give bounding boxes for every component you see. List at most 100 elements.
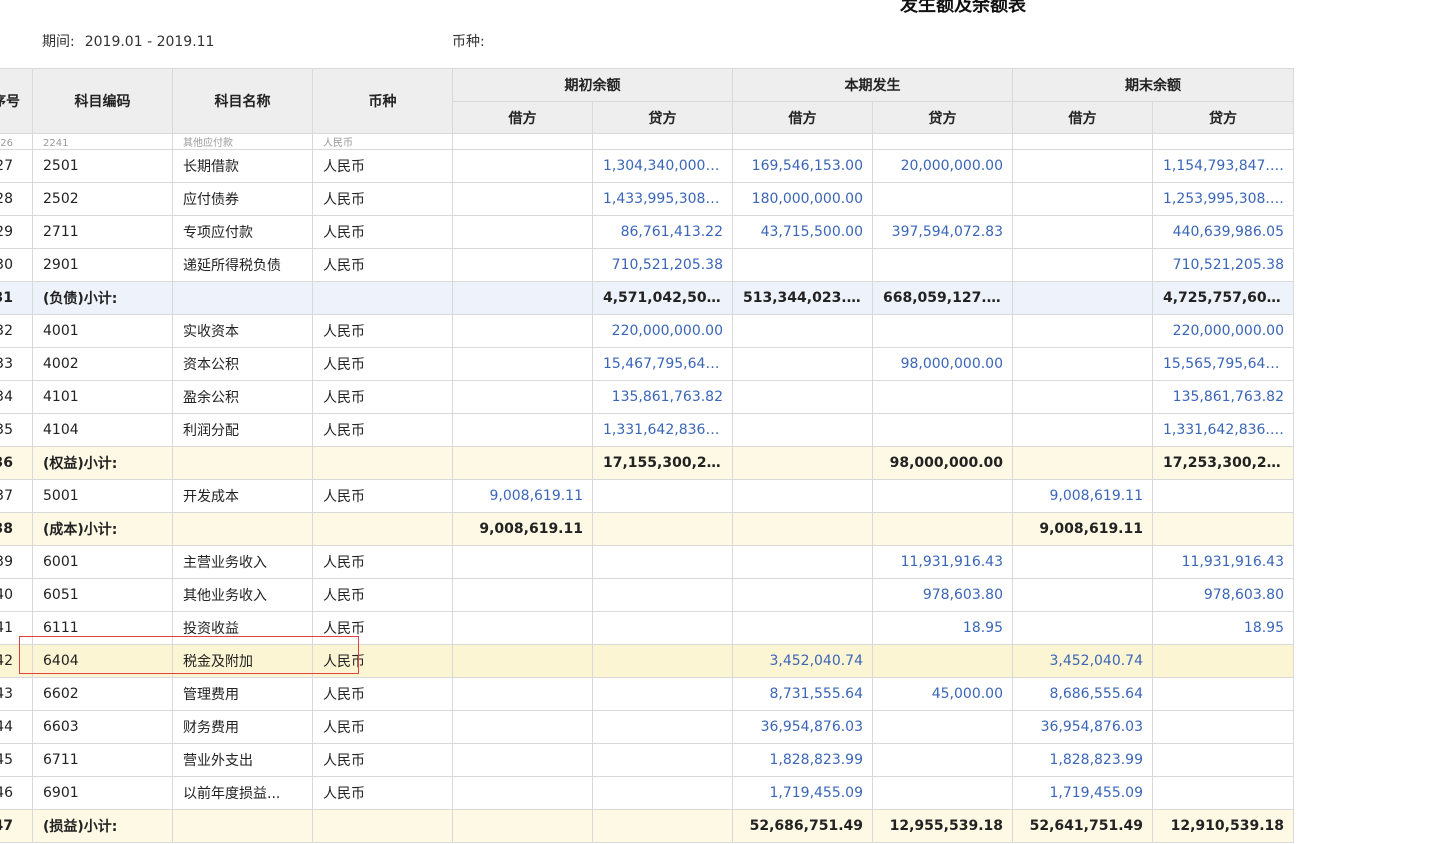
- cell-current-debit[interactable]: 180,000,000.00: [732, 182, 873, 216]
- currency-info: 币种:: [452, 31, 485, 51]
- table-row[interactable]: 375001开发成本人民币9,008,619.119,008,619.11: [0, 479, 1294, 513]
- col-closing-credit[interactable]: 贷方: [1152, 101, 1294, 134]
- cell-opening-credit[interactable]: 710,521,205.38: [592, 248, 733, 282]
- cell-current-credit[interactable]: 45,000.00: [872, 677, 1013, 711]
- table-row[interactable]: 344101盈余公积人民币 135,861,763.82 135,861,763.8…: [0, 380, 1294, 414]
- cell-current-credit: [872, 314, 1013, 348]
- cell-closing-debit: [1012, 413, 1153, 447]
- col-name[interactable]: 科目名称: [172, 68, 313, 134]
- cell-closing-debit: 9,008,619.11: [1012, 512, 1153, 546]
- table-row[interactable]: 466901以前年度损益...人民币 1,719,455.09 1,719,455.…: [0, 776, 1294, 810]
- cell-current-credit[interactable]: 978,603.80: [872, 578, 1013, 612]
- col-closing-debit[interactable]: 借方: [1012, 101, 1153, 134]
- cell-opening-credit: 4,571,042,500.70: [592, 281, 733, 315]
- cell-opening-credit: [592, 545, 733, 579]
- cell-current-credit[interactable]: 11,931,916.43: [872, 545, 1013, 579]
- table-row[interactable]: 354104利润分配人民币 1,331,642,836.88 1,331,642,8…: [0, 413, 1294, 447]
- cell-closing-credit[interactable]: 1,154,793,847.00: [1152, 149, 1294, 183]
- table-row[interactable]: 416111投资收益人民币 18.95 18.95: [0, 611, 1294, 645]
- cell-currency: 人民币: [312, 644, 453, 678]
- col-code[interactable]: 科目编码: [32, 68, 173, 134]
- cell-name: 资本公积: [172, 347, 313, 381]
- cell-closing-credit[interactable]: 978,603.80: [1152, 578, 1294, 612]
- col-opening-debit[interactable]: 借方: [452, 101, 593, 134]
- cell-code: 2501: [32, 149, 173, 183]
- subtotal-row[interactable]: 36(权益)小计: 17,155,300,247... 98,000,000.00 1…: [0, 446, 1294, 480]
- cell-closing-credit[interactable]: 135,861,763.82: [1152, 380, 1294, 414]
- cell-current-debit[interactable]: 43,715,500.00: [732, 215, 873, 249]
- cell-closing-credit[interactable]: 18.95: [1152, 611, 1294, 645]
- table-row[interactable]: 272501长期借款人民币 1,304,340,000.00169,546,153…: [0, 149, 1294, 183]
- table-row[interactable]: 436602管理费用人民币 8,731,555.6445,000.008,686,…: [0, 677, 1294, 711]
- cell-current-credit[interactable]: 20,000,000.00: [872, 149, 1013, 183]
- cell-opening-debit[interactable]: 9,008,619.11: [452, 479, 593, 513]
- subtotal-row[interactable]: 31(负债)小计: 4,571,042,500.70513,344,023.636…: [0, 281, 1294, 315]
- cell-opening-debit: [452, 314, 593, 348]
- cell-opening-credit[interactable]: 135,861,763.82: [592, 380, 733, 414]
- cell-closing-debit[interactable]: 36,954,876.03: [1012, 710, 1153, 744]
- cell-closing-debit[interactable]: 1,719,455.09: [1012, 776, 1153, 810]
- cell-current-debit[interactable]: 1,828,823.99: [732, 743, 873, 777]
- cell-currency: 人民币: [312, 479, 453, 513]
- cell-closing-debit[interactable]: 9,008,619.11: [1012, 479, 1153, 513]
- cell-current-debit: [732, 446, 873, 480]
- cell-closing-credit[interactable]: 440,639,986.05: [1152, 215, 1294, 249]
- table-row[interactable]: 426404税金及附加人民币 3,452,040.74 3,452,040.74: [0, 644, 1294, 678]
- cell-opening-credit[interactable]: 220,000,000.00: [592, 314, 733, 348]
- cell-opening-credit: [592, 479, 733, 513]
- cell-current-debit[interactable]: 8,731,555.64: [732, 677, 873, 711]
- cell-current-credit[interactable]: 18.95: [872, 611, 1013, 645]
- cell-opening-credit[interactable]: 86,761,413.22: [592, 215, 733, 249]
- cell-current-debit[interactable]: 169,546,153.00: [732, 149, 873, 183]
- table-row[interactable]: 334002资本公积人民币 15,467,795,646... 98,000,000…: [0, 347, 1294, 381]
- cell-opening-credit[interactable]: 1,304,340,000.00: [592, 149, 733, 183]
- cell-currency: 人民币: [312, 380, 453, 414]
- cell-closing-credit[interactable]: 220,000,000.00: [1152, 314, 1294, 348]
- cell-current-credit[interactable]: 397,594,072.83: [872, 215, 1013, 249]
- table-row[interactable]: 456711营业外支出人民币 1,828,823.99 1,828,823.99: [0, 743, 1294, 777]
- currency-label: 币种:: [452, 34, 485, 50]
- cell-index: 29: [0, 215, 33, 249]
- cell-index: 43: [0, 677, 33, 711]
- table-row[interactable]: 446603财务费用人民币 36,954,876.03 36,954,876.03: [0, 710, 1294, 744]
- col-opening-credit[interactable]: 贷方: [592, 101, 733, 134]
- cell-current-debit: [732, 314, 873, 348]
- cell-closing-debit: [1012, 248, 1153, 282]
- cell-code: 4001: [32, 314, 173, 348]
- cell-current-debit: [732, 611, 873, 645]
- subtotal-row[interactable]: 47(损益)小计: 52,686,751.4912,955,539.1852,64…: [0, 809, 1294, 843]
- cell-index: 35: [0, 413, 33, 447]
- col-current-debit[interactable]: 借方: [732, 101, 873, 134]
- col-index[interactable]: 序号: [0, 68, 33, 134]
- cell-current-debit[interactable]: 36,954,876.03: [732, 710, 873, 744]
- cell-closing-debit[interactable]: 8,686,555.64: [1012, 677, 1153, 711]
- cell-closing-credit[interactable]: 15,565,795,646...: [1152, 347, 1294, 381]
- cell-opening-credit[interactable]: 15,467,795,646...: [592, 347, 733, 381]
- table-row[interactable]: 406051其他业务收入人民币 978,603.80 978,603.80: [0, 578, 1294, 612]
- table-row[interactable]: 292711专项应付款人民币 86,761,413.2243,715,500.00…: [0, 215, 1294, 249]
- subtotal-row[interactable]: 38(成本)小计: 9,008,619.11 9,008,619.11: [0, 512, 1294, 546]
- cell-current-credit[interactable]: 98,000,000.00: [872, 347, 1013, 381]
- table-row[interactable]: 302901递延所得税负债人民币 710,521,205.38 710,521,20…: [0, 248, 1294, 282]
- cell-name: 主营业务收入: [172, 545, 313, 579]
- cell-index: 34: [0, 380, 33, 414]
- cell-closing-debit[interactable]: 3,452,040.74: [1012, 644, 1153, 678]
- cell-closing-credit[interactable]: 710,521,205.38: [1152, 248, 1294, 282]
- cell-current-debit[interactable]: 1,719,455.09: [732, 776, 873, 810]
- cell-opening-credit[interactable]: 1,433,995,308.07: [592, 182, 733, 216]
- cell-opening-debit: [452, 347, 593, 381]
- table-row[interactable]: 26 2241 其他应付款 人民币: [0, 133, 1294, 150]
- cell-closing-debit[interactable]: 1,828,823.99: [1012, 743, 1153, 777]
- col-currency[interactable]: 币种: [312, 68, 453, 134]
- col-current-credit[interactable]: 贷方: [872, 101, 1013, 134]
- cell-closing-credit[interactable]: 1,331,642,836.88: [1152, 413, 1294, 447]
- table-row[interactable]: 324001实收资本人民币 220,000,000.00 220,000,000.0…: [0, 314, 1294, 348]
- cell-current-debit[interactable]: 3,452,040.74: [732, 644, 873, 678]
- cell-closing-credit[interactable]: 1,253,995,308.07: [1152, 182, 1294, 216]
- table-row[interactable]: 396001主营业务收入人民币 11,931,916.43 11,931,916.4…: [0, 545, 1294, 579]
- table-row[interactable]: 282502应付债券人民币 1,433,995,308.07180,000,000…: [0, 182, 1294, 216]
- cell-opening-credit[interactable]: 1,331,642,836.88: [592, 413, 733, 447]
- cell-closing-debit: [1012, 611, 1153, 645]
- cell-closing-credit[interactable]: 11,931,916.43: [1152, 545, 1294, 579]
- period-info: 期间: 2019.01 - 2019.11: [42, 31, 214, 51]
